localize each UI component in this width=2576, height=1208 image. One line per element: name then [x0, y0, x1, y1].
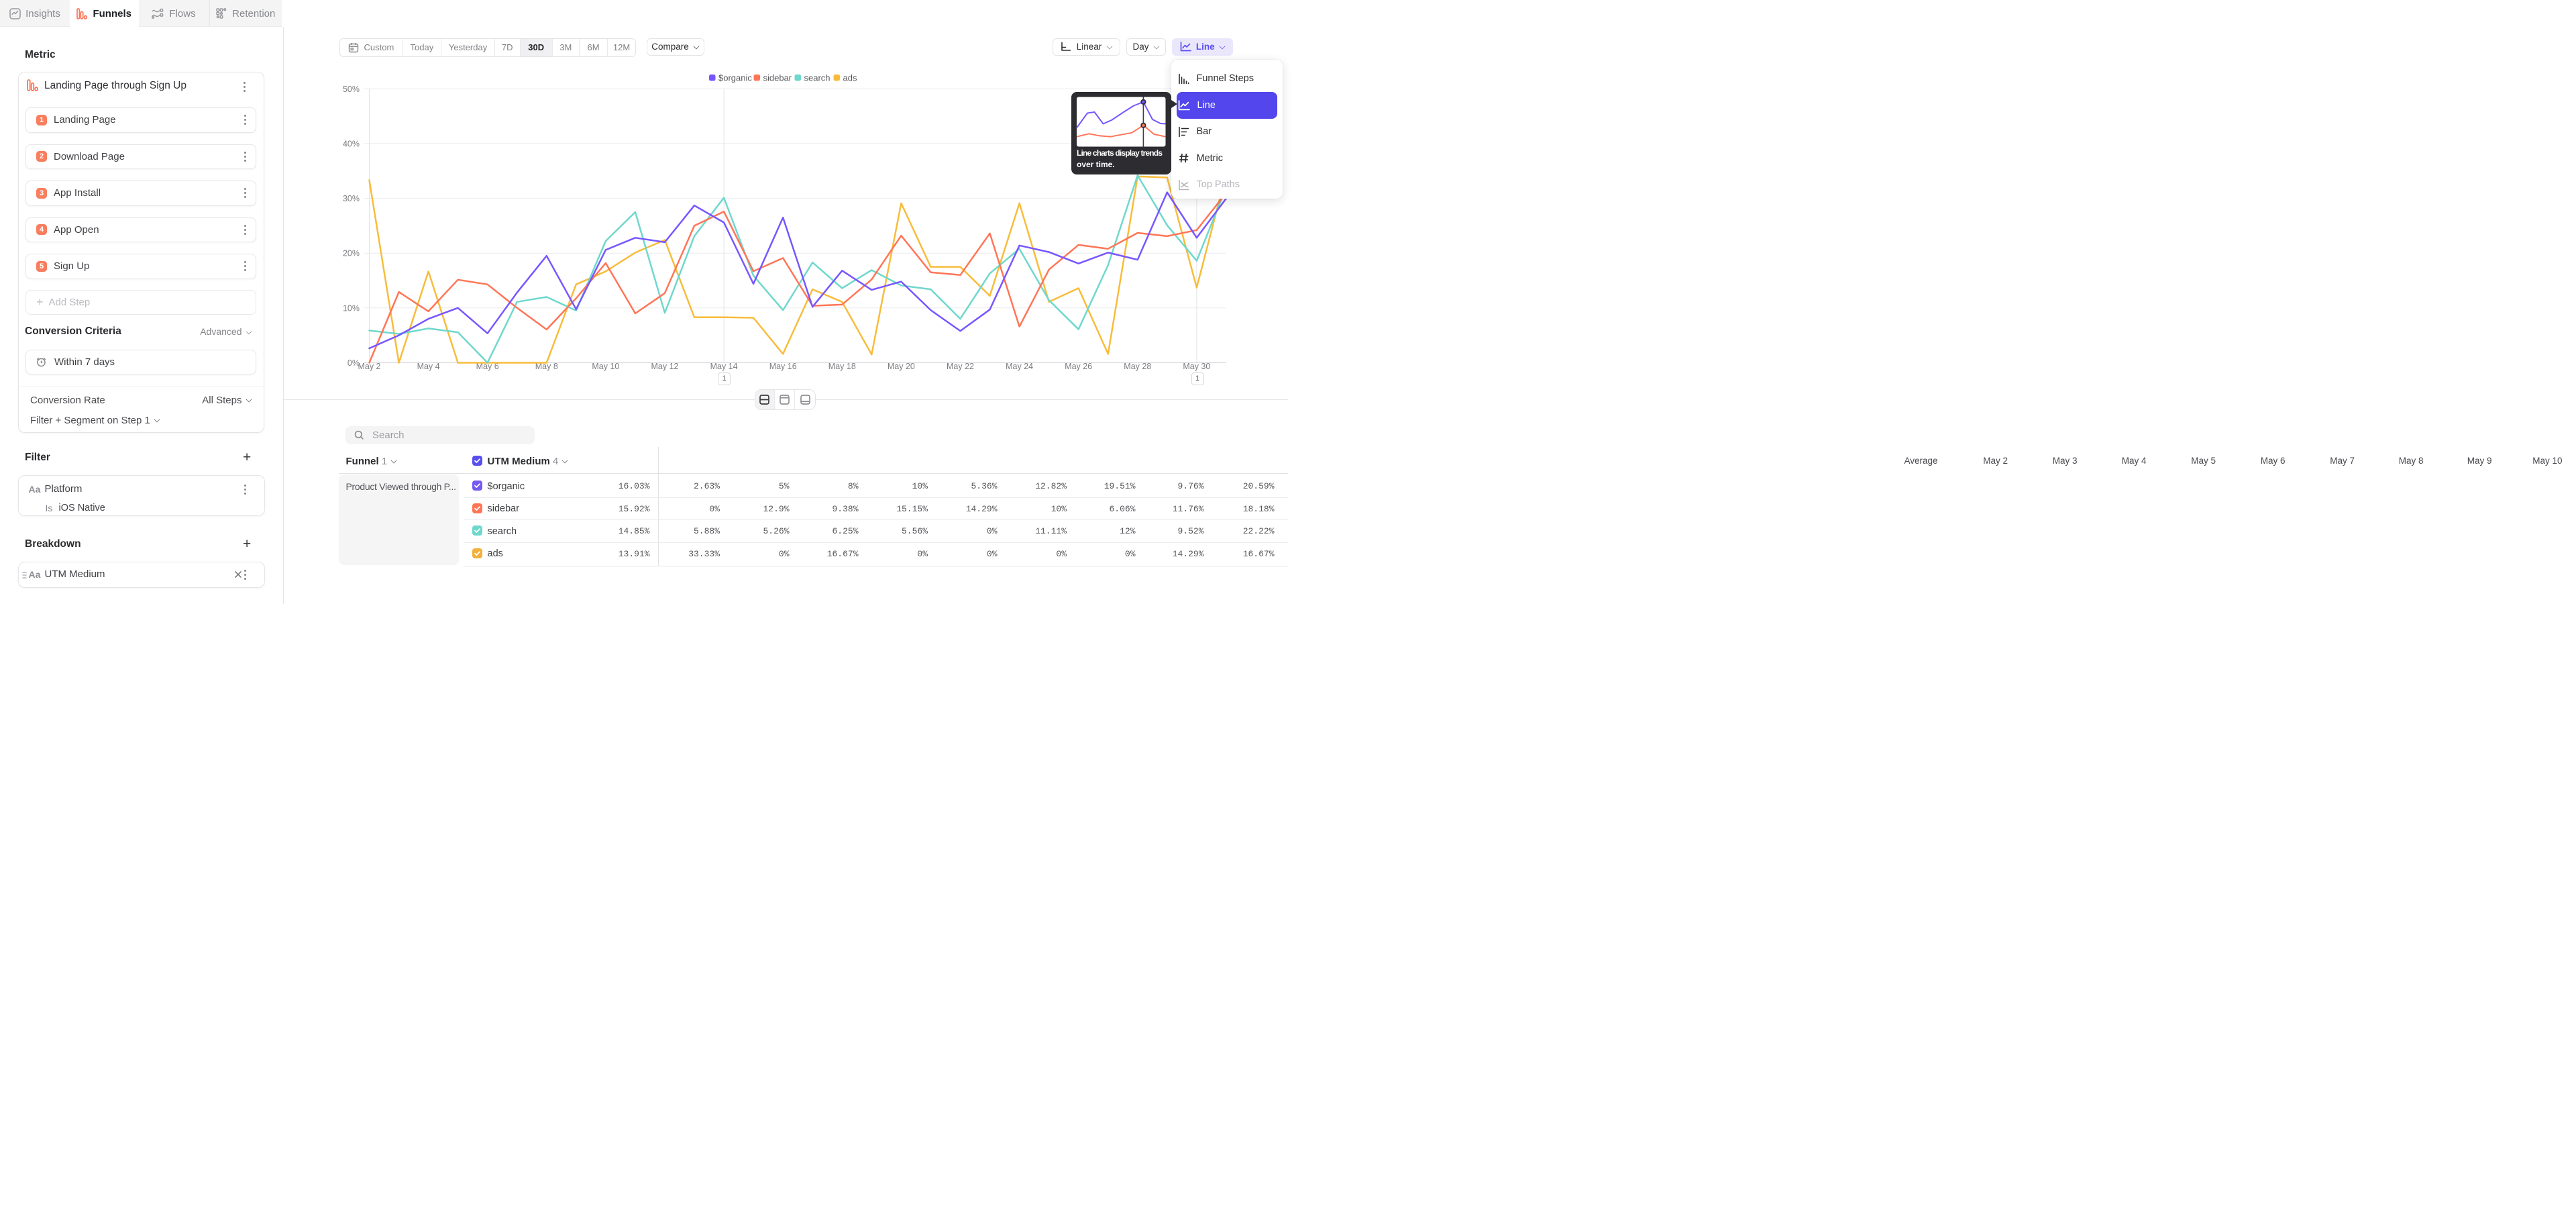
svg-text:May 26: May 26 — [1065, 362, 1092, 371]
svg-text:10%: 10% — [343, 303, 360, 313]
svg-text:May 28: May 28 — [1124, 362, 1151, 371]
svg-text:50%: 50% — [343, 85, 360, 94]
svg-text:May 30: May 30 — [1183, 362, 1210, 371]
svg-text:May 10: May 10 — [592, 362, 619, 371]
svg-text:May 18: May 18 — [828, 362, 856, 371]
svg-text:May 24: May 24 — [1006, 362, 1033, 371]
svg-text:40%: 40% — [343, 139, 360, 148]
svg-text:May 16: May 16 — [769, 362, 797, 371]
svg-text:May 4: May 4 — [417, 362, 440, 371]
svg-text:20%: 20% — [343, 249, 360, 258]
svg-text:search: search — [804, 73, 830, 83]
svg-text:ads: ads — [843, 73, 857, 83]
svg-text:May 20: May 20 — [888, 362, 915, 371]
svg-text:May 14: May 14 — [710, 362, 738, 371]
svg-text:Line charts display trends: Line charts display trends — [1077, 148, 1163, 158]
svg-text:May 22: May 22 — [947, 362, 974, 371]
svg-text:sidebar: sidebar — [763, 73, 792, 83]
svg-text:$organic: $organic — [718, 73, 752, 83]
svg-text:May 12: May 12 — [651, 362, 679, 371]
svg-text:30%: 30% — [343, 194, 360, 203]
svg-text:over time.: over time. — [1077, 160, 1115, 169]
